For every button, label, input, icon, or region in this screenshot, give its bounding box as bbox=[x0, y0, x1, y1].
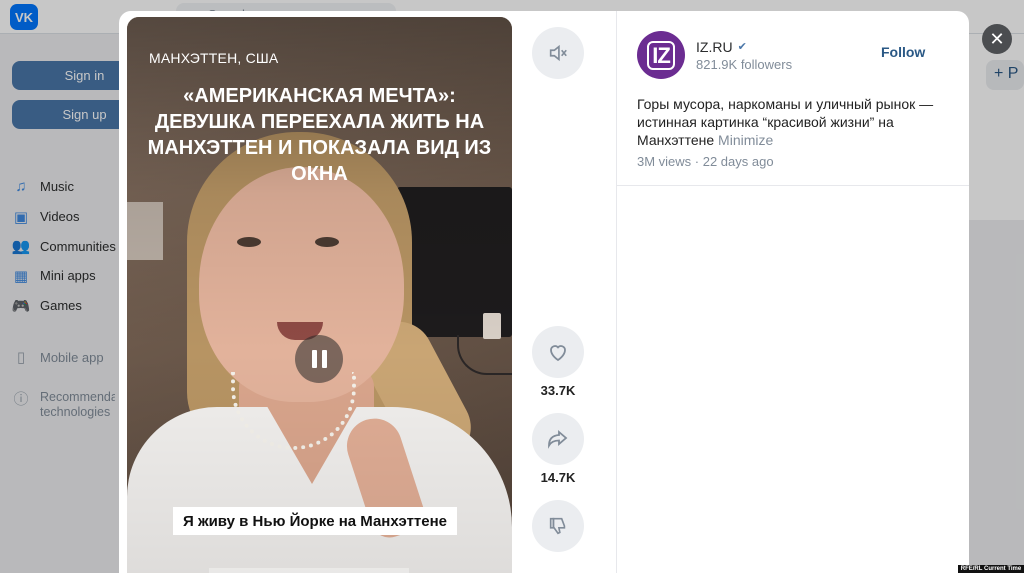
panel-divider bbox=[616, 11, 617, 573]
video-headline: «АМЕРИКАНСКАЯ МЕЧТА»: ДЕВУШКА ПЕРЕЕХАЛА … bbox=[147, 85, 492, 185]
share-count: 14.7K bbox=[540, 470, 576, 485]
like-count: 33.7K bbox=[540, 383, 576, 398]
pause-button[interactable] bbox=[295, 335, 343, 383]
source-watermark: RFE/RL Current Time bbox=[958, 565, 1024, 573]
video-caption: Я живу в Нью Йорке на Манхэттене bbox=[173, 507, 458, 535]
channel-name: IZ.RU bbox=[696, 39, 733, 55]
pause-icon bbox=[321, 350, 327, 368]
video-player[interactable]: МАНХЭТТЕН, США «АМЕРИКАНСКАЯ МЕЧТА»: ДЕВ… bbox=[127, 17, 512, 573]
minimize-link[interactable]: Minimize bbox=[718, 132, 773, 148]
share-icon bbox=[548, 430, 568, 449]
video-bottom-caption bbox=[209, 568, 409, 573]
description-text: Горы мусора, наркоманы и уличный рынок —… bbox=[637, 96, 934, 148]
video-description: Горы мусора, наркоманы и уличный рынок —… bbox=[637, 95, 957, 149]
heart-icon bbox=[550, 345, 566, 362]
thumbs-down-icon bbox=[549, 517, 566, 535]
share-button[interactable] bbox=[532, 413, 584, 465]
follow-button[interactable]: Follow bbox=[881, 44, 925, 60]
description-divider bbox=[617, 185, 969, 186]
mute-button[interactable] bbox=[532, 27, 584, 79]
like-button[interactable] bbox=[532, 326, 584, 378]
mute-icon bbox=[549, 44, 567, 62]
channel-name-link[interactable]: IZ.RU ✔ bbox=[696, 39, 749, 55]
dislike-button[interactable] bbox=[532, 500, 584, 552]
pause-icon bbox=[311, 350, 317, 368]
channel-avatar-text: IZ bbox=[647, 40, 675, 70]
video-location: МАНХЭТТЕН, США bbox=[149, 50, 279, 66]
channel-followers: 821.9K followers bbox=[696, 57, 793, 72]
close-button[interactable]: ✕ bbox=[982, 24, 1012, 54]
video-meta: 3M views · 22 days ago bbox=[637, 154, 774, 169]
verified-icon: ✔ bbox=[737, 40, 747, 53]
close-icon: ✕ bbox=[989, 28, 1005, 49]
channel-avatar[interactable]: IZ bbox=[637, 31, 685, 79]
video-modal: МАНХЭТТЕН, США «АМЕРИКАНСКАЯ МЕЧТА»: ДЕВ… bbox=[119, 11, 969, 573]
